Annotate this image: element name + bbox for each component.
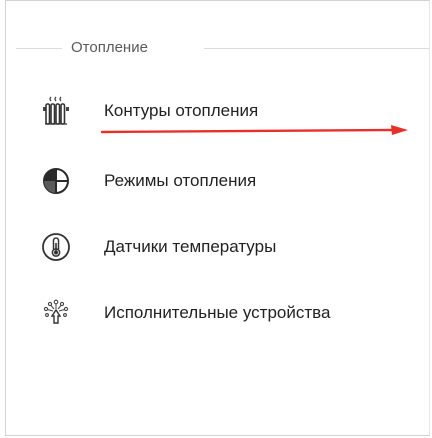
menu-item-heating-modes[interactable]: Режимы отопления: [6, 159, 429, 203]
section-divider-left: [16, 48, 62, 49]
section-header: Отопление: [6, 37, 429, 59]
thermometer-icon: [40, 231, 72, 263]
section-title: Отопление: [71, 39, 148, 56]
menu-item-temperature-sensors[interactable]: Датчики температуры: [6, 225, 429, 269]
actuator-icon: [40, 297, 72, 329]
heating-mode-icon: [40, 165, 72, 197]
menu-item-actuators[interactable]: Исполнительные устройства: [6, 291, 429, 335]
radiator-icon: [40, 95, 72, 127]
menu-item-label: Датчики температуры: [104, 237, 277, 256]
menu-item-heating-circuits[interactable]: Контуры отопления: [6, 89, 429, 133]
menu-item-label: Исполнительные устройства: [104, 303, 331, 322]
menu-item-label: Контуры отопления: [104, 101, 259, 120]
heating-menu-panel: Отопление Контуры отопления Режимы отопл…: [5, 0, 430, 436]
menu-item-label: Режимы отопления: [104, 171, 257, 190]
section-divider-right: [204, 48, 429, 49]
